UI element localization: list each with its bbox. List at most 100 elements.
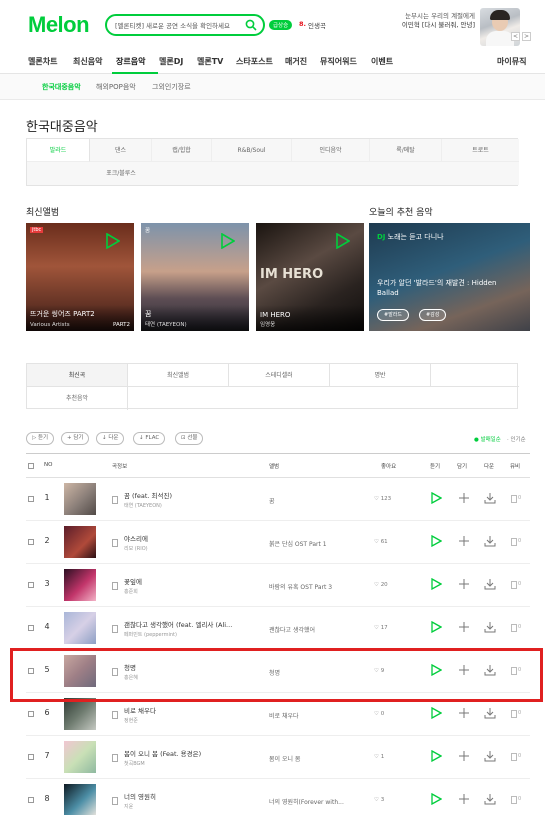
song-info-icon[interactable] [112, 668, 118, 676]
nav-newest[interactable]: 최신음악 [73, 56, 102, 67]
promo-next-button[interactable]: > [522, 32, 531, 41]
add-icon[interactable] [458, 492, 470, 504]
download-icon[interactable] [484, 707, 496, 719]
album-thumbnail[interactable] [64, 784, 96, 815]
download-icon[interactable] [484, 535, 496, 547]
album-thumbnail[interactable] [64, 698, 96, 730]
nav-dj[interactable]: 멜론DJ [159, 56, 183, 67]
song-artist[interactable]: 태연 (TAEYEON) [124, 502, 162, 509]
album-thumbnail[interactable] [64, 483, 96, 515]
add-icon[interactable] [458, 664, 470, 676]
nav-mymusic[interactable]: 마이뮤직 [497, 56, 526, 67]
mv-icon[interactable] [511, 538, 517, 546]
promo-prev-button[interactable]: < [511, 32, 520, 41]
trending-keyword[interactable]: 인생곡 [308, 20, 326, 30]
row-checkbox[interactable] [28, 496, 34, 502]
mv-icon[interactable] [511, 796, 517, 804]
song-album[interactable]: 봄이 오니 봄 [269, 754, 300, 763]
song-title[interactable]: 꽃잎에 [124, 576, 142, 586]
song-info-icon[interactable] [112, 496, 118, 504]
play-icon[interactable] [430, 793, 442, 805]
subnav-pop[interactable]: 해외POP음악 [96, 82, 136, 92]
subnav-other[interactable]: 그외인기장르 [152, 82, 191, 92]
song-album[interactable]: 청명 [269, 668, 280, 677]
song-title[interactable]: 야스리에 [124, 533, 148, 543]
like-button[interactable]: ♡ 9 [374, 668, 384, 674]
song-artist[interactable]: 홍준희 [124, 588, 138, 595]
song-artist[interactable]: 리모 (RIO) [124, 545, 148, 552]
genre-ballad[interactable]: 발라드 [27, 139, 90, 162]
song-album[interactable]: 괜찮다고 생각했어 [269, 625, 315, 634]
sort-popular[interactable]: · 인기순 [507, 435, 526, 443]
download-icon[interactable] [484, 492, 496, 504]
song-album[interactable]: 붉은 단심 OST Part 1 [269, 539, 327, 548]
nav-starpost[interactable]: 스타포스트 [236, 56, 273, 67]
album-artist[interactable]: 임영웅 [260, 320, 275, 328]
album-title[interactable]: 뜨거운 씽어즈 PART2 [30, 309, 95, 319]
genre-folk[interactable]: 포크/블루스 [77, 162, 165, 185]
like-button[interactable]: ♡ 3 [374, 797, 384, 803]
album-title[interactable]: 꿈 [145, 309, 151, 319]
song-info-icon[interactable] [112, 797, 118, 805]
play-icon[interactable] [430, 492, 442, 504]
song-artist[interactable]: 지윤 [124, 803, 133, 810]
song-title[interactable]: 비로 채우다 [124, 705, 156, 715]
download-icon[interactable] [484, 750, 496, 762]
tab-steady[interactable]: 스테디셀러 [229, 364, 330, 387]
today-recommend-card[interactable]: DJ 노래는 듣고 다니나 우리가 알던 '발라드'의 재발견 : Hidden… [369, 223, 530, 331]
play-icon[interactable] [430, 621, 442, 633]
nav-event[interactable]: 이벤트 [371, 56, 393, 67]
mv-icon[interactable] [511, 624, 517, 632]
row-checkbox[interactable] [28, 582, 34, 588]
add-icon[interactable] [458, 578, 470, 590]
table-row[interactable]: 3 꽃잎에 홍준희 바람의 유혹 OST Part 3 ♡ 20 0 [26, 564, 530, 607]
genre-trot[interactable]: 트로트 [442, 139, 519, 162]
recommend-tag[interactable]: #발라드 [377, 309, 409, 321]
add-icon[interactable] [458, 793, 470, 805]
table-row[interactable]: 5 청명 홍은혜 청명 ♡ 90 [26, 650, 530, 693]
nav-tv[interactable]: 멜론TV [197, 56, 223, 67]
song-title[interactable]: 꿈 (feat. 최석진) [124, 490, 172, 500]
song-title[interactable]: 청명 [124, 662, 136, 672]
play-icon[interactable] [430, 535, 442, 547]
play-icon[interactable] [221, 233, 235, 249]
download-icon[interactable] [484, 664, 496, 676]
song-info-icon[interactable] [112, 625, 118, 633]
add-icon[interactable] [458, 535, 470, 547]
like-button[interactable]: ♡ 1 [374, 754, 384, 760]
song-info-icon[interactable] [112, 582, 118, 590]
recommend-tag[interactable]: #감성 [419, 309, 447, 321]
song-title[interactable]: 봄이 오니 봄 (Feat. 용경은) [124, 748, 201, 758]
song-title[interactable]: 괜찮다고 생각했어 (feat. 엘리사 (Ali... [124, 619, 232, 629]
genre-hiphop[interactable]: 랩/힙합 [152, 139, 212, 162]
flac-button[interactable]: ↓ FLAC [133, 432, 166, 445]
play-icon[interactable] [430, 578, 442, 590]
song-title[interactable]: 너의 영원히 [124, 791, 156, 801]
album-card[interactable]: 꿈 꿈 태연 (TAEYEON) [141, 223, 249, 331]
album-artist[interactable]: 태연 (TAEYEON) [145, 320, 187, 328]
song-album[interactable]: 바람의 유혹 OST Part 3 [269, 582, 332, 591]
song-artist[interactable]: 홍은혜 [124, 674, 138, 681]
play-icon[interactable] [106, 233, 120, 249]
table-row[interactable]: 7 봄이 오니 봄 (Feat. 용경은) 첫곡BGM 봄이 오니 봄 ♡ 10 [26, 736, 530, 779]
song-album[interactable]: 너의 영원히(Forever with... [269, 797, 344, 806]
table-row[interactable]: 4 괜찮다고 생각했어 (feat. 엘리사 (Ali... 페퍼민트 (peppe… [26, 607, 530, 650]
nav-genre[interactable]: 장르음악 [116, 56, 145, 67]
like-button[interactable]: ♡ 123 [374, 496, 391, 502]
row-checkbox[interactable] [28, 668, 34, 674]
download-icon[interactable] [484, 621, 496, 633]
table-row[interactable]: 2 야스리에 리모 (RIO) 붉은 단심 OST Part 1 ♡ 61 0 [26, 521, 530, 564]
mv-icon[interactable] [511, 753, 517, 761]
album-card[interactable]: IM HERO IM HERO 임영웅 [256, 223, 364, 331]
row-checkbox[interactable] [28, 625, 34, 631]
like-button[interactable]: ♡ 17 [374, 625, 388, 631]
search-input[interactable]: [멜론티켓] 새로운 공연 소식을 확인하세요 [105, 14, 265, 36]
tab-newest-albums[interactable]: 최신앨범 [128, 364, 229, 387]
album-card[interactable]: jtbc PART2 뜨거운 씽어즈 PART2 Various Artists [26, 223, 134, 331]
song-artist[interactable]: 페퍼민트 (peppermint) [124, 631, 177, 638]
download-all-button[interactable]: ↓ 다운 [96, 432, 125, 445]
tab-newest-songs[interactable]: 최신곡 [27, 364, 128, 387]
tab-classic[interactable]: 명반 [330, 364, 431, 387]
song-album[interactable]: 꿈 [269, 496, 275, 505]
add-all-button[interactable]: + 담기 [61, 432, 90, 445]
